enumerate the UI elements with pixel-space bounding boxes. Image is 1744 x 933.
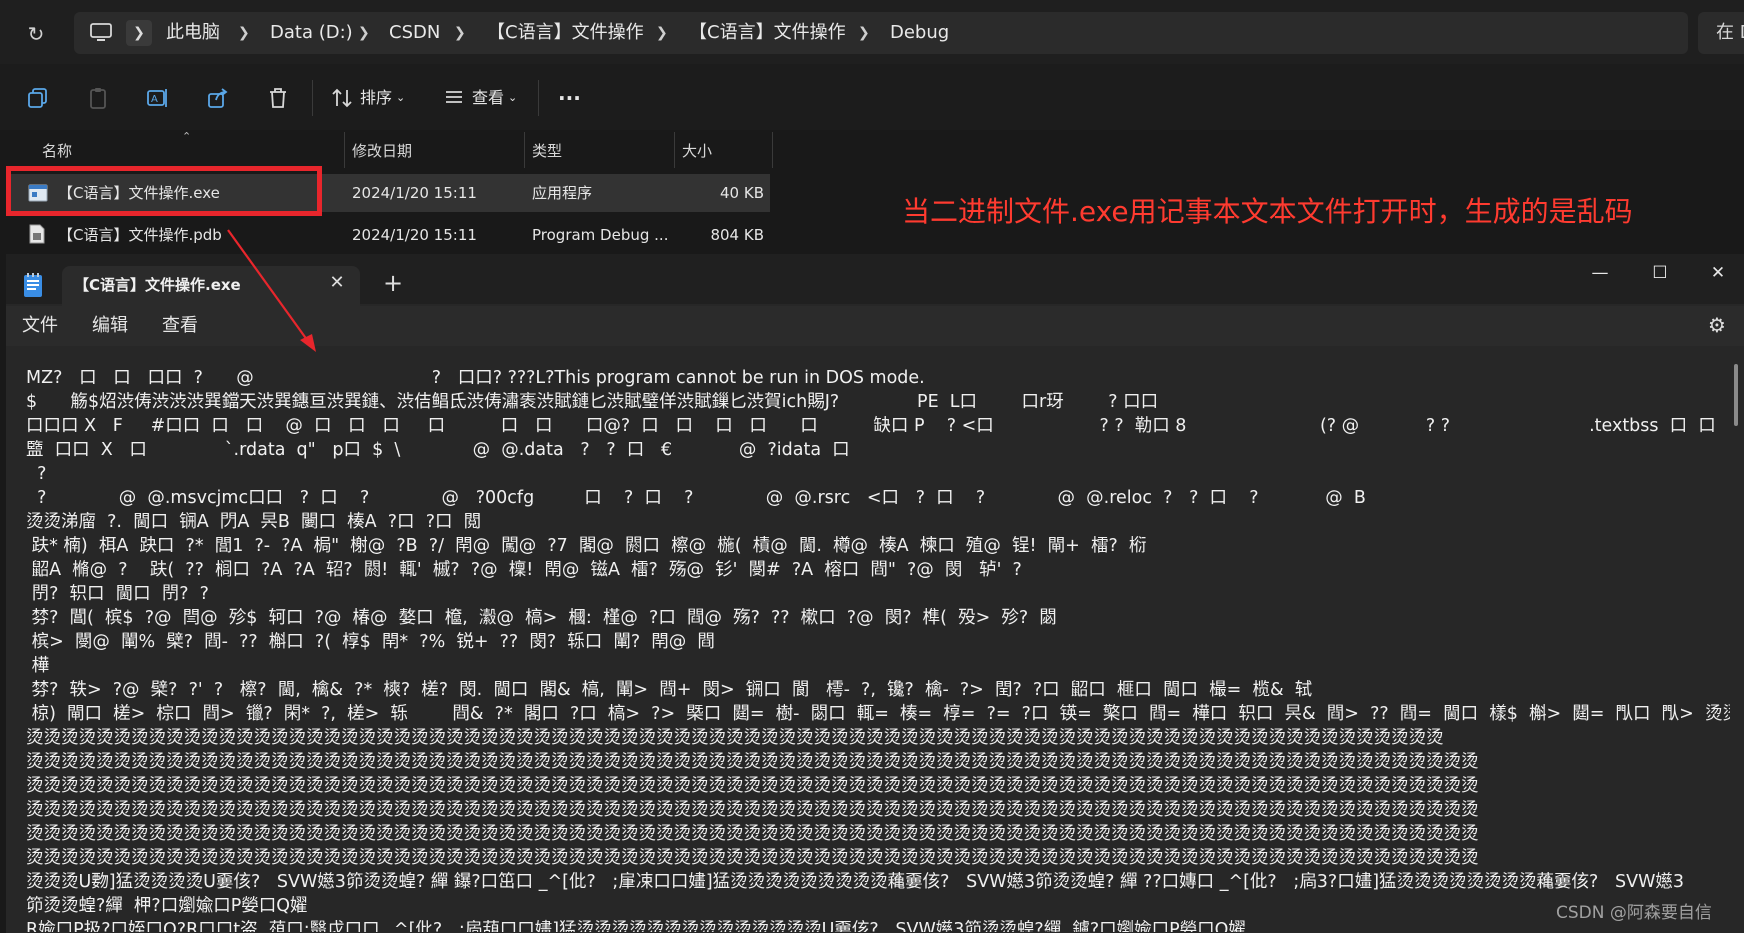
text-line: 樺: [26, 656, 50, 676]
file-type: 应用程序: [532, 184, 593, 202]
breadcrumb-item[interactable]: 此电脑: [166, 20, 220, 46]
file-name[interactable]: 【C语言】文件操作.pdb: [58, 216, 222, 254]
view-button[interactable]: 查看: [472, 84, 504, 112]
text-line: $ 觞$炤渋俦渋渋渋巽鐺天渋巽鏸亘渋巽鏈、渋佶鲳氐渋俦潚袠渋賦鏈匕渋賦璧佯渋賦鏁…: [26, 392, 1159, 412]
breadcrumb-item[interactable]: Data (D:): [270, 20, 353, 46]
close-window-icon[interactable]: ✕: [1698, 258, 1738, 288]
text-line: 烫烫涕廇 ?. 閫口 锎A 閁A 昗B 闄口 楱A ?口 ?口 閲: [26, 512, 482, 532]
column-divider[interactable]: [524, 132, 525, 168]
breadcrumb-item[interactable]: CSDN: [389, 20, 440, 46]
toolbar-divider: [538, 80, 539, 116]
sort-ascending-icon: ⌃: [182, 130, 192, 143]
chevron-right-icon[interactable]: ❯: [454, 20, 466, 46]
scrollbar[interactable]: [1734, 364, 1738, 426]
text-line: 笷烫烫蝗?繟 柙?口嬼婾口P嫈口Q嬥: [26, 896, 308, 916]
paste-icon[interactable]: [86, 86, 110, 110]
text-line: 烫烫烫烫烫烫烫烫烫烫烫烫烫烫烫烫烫烫烫烫烫烫烫烫烫烫烫烫烫烫烫烫烫烫烫烫烫烫烫烫…: [26, 752, 1479, 772]
menu-view[interactable]: 查看: [162, 310, 198, 342]
highlight-box: [6, 166, 322, 216]
minimize-icon[interactable]: —: [1580, 258, 1620, 288]
sort-button[interactable]: 排序: [360, 84, 392, 112]
file-date: 2024/1/20 15:11: [352, 226, 477, 244]
text-line: 盬 口口 X 口 `.rdata q" p口 $ \ @ @.data ? ? …: [26, 440, 850, 460]
maximize-icon[interactable]: ☐: [1640, 258, 1680, 288]
toolbar-divider: [312, 80, 313, 116]
breadcrumb-item[interactable]: Debug: [890, 20, 949, 46]
file-size: 40 KB: [720, 184, 764, 202]
text-line: 閅? 轵口 閫口 閅? ?: [26, 584, 209, 604]
breadcrumb-item[interactable]: 【C语言】文件操作: [689, 20, 846, 46]
new-tab-icon[interactable]: +: [380, 270, 406, 296]
file-type: Program Debug ...: [532, 226, 669, 244]
chevron-right-icon[interactable]: ❯: [858, 20, 870, 46]
text-line: 烫烫烫烫烫烫烫烫烫烫烫烫烫烫烫烫烫烫烫烫烫烫烫烫烫烫烫烫烫烫烫烫烫烫烫烫烫烫烫烫…: [26, 776, 1479, 796]
view-icon[interactable]: [442, 86, 466, 110]
text-line: 椋) 閘口 槎> 棕口 閰> 镴? 閑* ?, 槎> 轹 閰& ?* 閣口 ?口…: [26, 704, 1730, 724]
copy-icon[interactable]: [26, 86, 50, 110]
menu-edit[interactable]: 编辑: [92, 310, 128, 342]
text-line: ?: [26, 464, 47, 484]
column-header-type[interactable]: 类型: [532, 140, 562, 162]
text-line: 烫烫烫烫烫烫烫烫烫烫烫烫烫烫烫烫烫烫烫烫烫烫烫烫烫烫烫烫烫烫烫烫烫烫烫烫烫烫烫烫…: [26, 824, 1479, 844]
more-options-button[interactable]: ···: [558, 84, 581, 112]
chevron-right-icon[interactable]: ❯: [656, 20, 668, 46]
column-divider[interactable]: [772, 132, 773, 168]
file-date: 2024/1/20 15:11: [352, 184, 477, 202]
text-line: 棼? 轶> ?@ 檗? ?' ? 檫? 閫, 檎& ?* 樉? 槎? 閔. 閫口…: [26, 680, 1313, 700]
breadcrumb-item[interactable]: 【C语言】文件操作: [487, 20, 644, 46]
text-line: ? @ @.msvcjmc口口 ? 口 ? @ ?00cfg 口 ? 口 ? @…: [26, 488, 1366, 508]
text-line: 烫烫烫烫烫烫烫烫烫烫烫烫烫烫烫烫烫烫烫烫烫烫烫烫烫烫烫烫烫烫烫烫烫烫烫烫烫烫烫烫…: [26, 800, 1479, 820]
svg-text:A: A: [151, 94, 158, 105]
delete-icon[interactable]: [266, 86, 290, 110]
annotation-text: 当二进制文件.exe用记事本文本文件打开时，生成的是乱码: [902, 195, 1633, 228]
refresh-icon[interactable]: ↻: [22, 20, 50, 48]
chevron-down-icon[interactable]: ⌄: [396, 84, 405, 112]
chevron-down-icon[interactable]: ⌄: [508, 84, 517, 112]
file-size: 804 KB: [710, 226, 764, 244]
column-header-date[interactable]: 修改日期: [352, 140, 412, 162]
notepad-icon: [22, 272, 44, 298]
text-line: R婾口P扱?口姪口Q?R口口t盗 葅口;翳戉口口 _^[仳? ;扄葫口口嫿]猛烫…: [26, 920, 1246, 932]
text-line: 棼? 閶( 槟$ ?@ 閆@ 殄$ 轲口 ?@ 椿@ 嫯口 檶, 瀫@ 槁> 槶…: [26, 608, 1057, 628]
column-header-size[interactable]: 大小: [682, 140, 712, 162]
chevron-right-icon[interactable]: ❯: [126, 20, 152, 46]
tab-title[interactable]: 【C语言】文件操作.exe: [74, 270, 241, 300]
text-line: 烫烫烫烫烫烫烫烫烫烫烫烫烫烫烫烫烫烫烫烫烫烫烫烫烫烫烫烫烫烫烫烫烫烫烫烫烫烫烫烫…: [26, 728, 1444, 748]
computer-icon[interactable]: [88, 20, 114, 46]
text-line: 槟> 閿@ 閳% 檗? 閰- ?? 槲口 ?( 椁$ 閈* ?% 锐+ ?? 閔…: [26, 632, 715, 652]
close-tab-icon[interactable]: ✕: [326, 272, 348, 294]
text-line: 烫烫烫烫烫烫烫烫烫烫烫烫烫烫烫烫烫烫烫烫烫烫烫烫烫烫烫烫烫烫烫烫烫烫烫烫烫烫烫烫…: [26, 848, 1479, 868]
watermark: CSDN @阿森要自信: [1556, 903, 1712, 923]
column-divider[interactable]: [674, 132, 675, 168]
search-input[interactable]: 在 D: [1698, 12, 1744, 54]
menu-file[interactable]: 文件: [22, 310, 58, 342]
gear-icon[interactable]: ⚙: [1704, 312, 1730, 338]
chevron-right-icon[interactable]: ❯: [238, 20, 250, 46]
command-bar: [0, 64, 1744, 130]
menu-bar: [6, 306, 1744, 346]
text-line: 鼦A 樇@ ? 趺( ?? 榈口 ?A ?A 轺? 閼! 輒' 槭? ?@ 檁!…: [26, 560, 1022, 580]
text-line: 趺* 楠) 栮A 趹口 ?* 閭1 ?- ?A 梮" 榭@ ?B ?/ 閈@ 闖…: [26, 536, 1147, 556]
share-icon[interactable]: [206, 86, 230, 110]
text-line: 烫烫烫U覅]猛烫烫烫烫U嫑侅? SVW嬨3笷烫烫蝗? 繟 鑤?口笜口 _^[仳?…: [26, 872, 1685, 892]
column-header-name[interactable]: 名称: [42, 140, 72, 162]
rename-icon[interactable]: A: [146, 86, 170, 110]
text-line: MZ? 口 口 口口 ? @ ? 口口? ???L?This program c…: [26, 368, 925, 388]
pdb-file-icon: [28, 224, 46, 244]
sort-icon[interactable]: [330, 86, 354, 110]
chevron-right-icon[interactable]: ❯: [358, 20, 370, 46]
column-divider[interactable]: [344, 132, 345, 168]
editor-content[interactable]: MZ? 口 口 口口 ? @ ? 口口? ???L?This program c…: [26, 366, 1730, 932]
text-line: 口口口 X F #口口 口 口 @ 口 口 口 口 口 口 口@? 口 口 口 …: [26, 416, 1730, 436]
